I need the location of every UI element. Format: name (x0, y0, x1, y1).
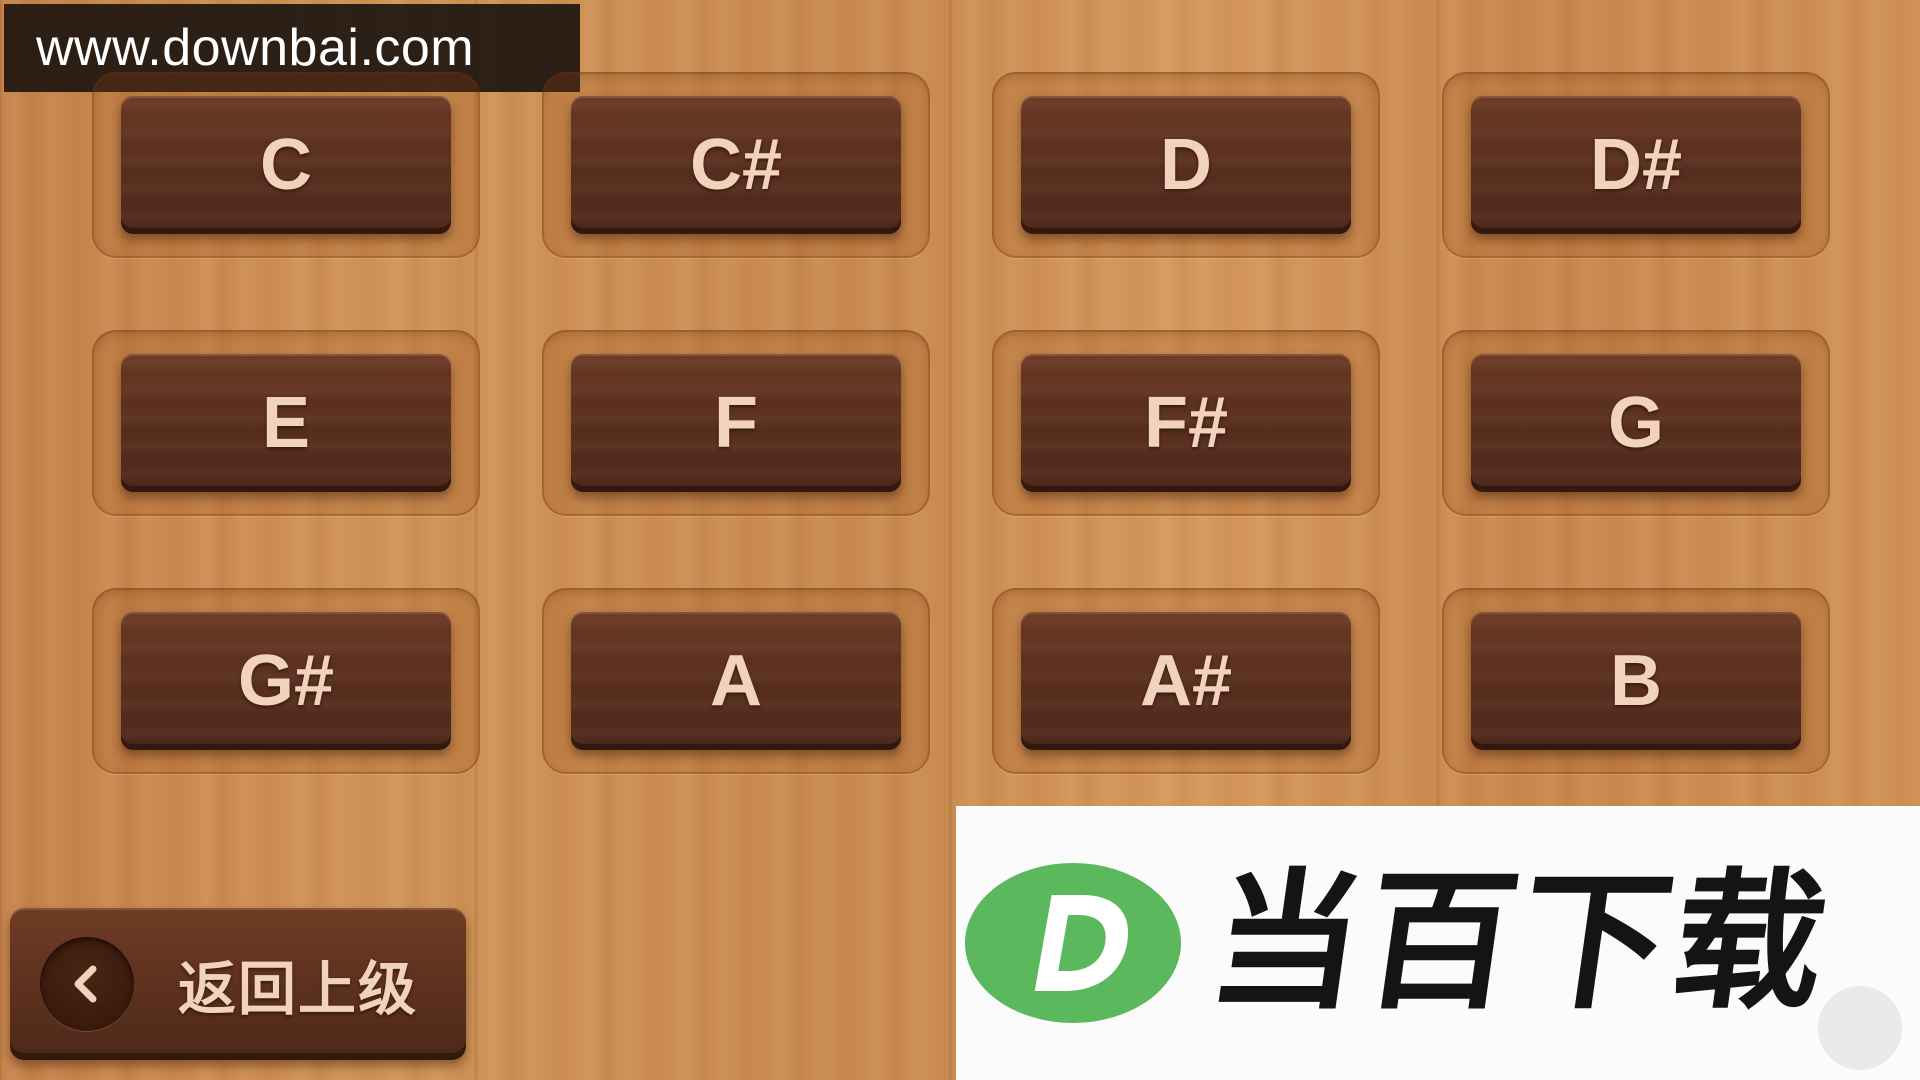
note-label: A# (1139, 641, 1233, 721)
note-button-a-sharp[interactable]: A# (1021, 612, 1351, 750)
note-label: C (260, 125, 312, 205)
note-label: B (1610, 641, 1662, 721)
note-button-f-sharp[interactable]: F# (1021, 354, 1351, 492)
note-slot: C (92, 72, 480, 258)
note-label: D (1160, 125, 1212, 205)
note-button-c-sharp[interactable]: C# (571, 96, 901, 234)
back-button-label: 返回上级 (178, 955, 419, 1023)
note-slot: D# (1442, 72, 1830, 258)
note-label: D# (1589, 125, 1683, 205)
brand-banner: 当百下载 (956, 806, 1920, 1080)
note-label: G (1607, 383, 1664, 463)
note-label: F (714, 383, 758, 463)
note-label: C# (689, 125, 783, 205)
note-label: E (261, 383, 311, 463)
note-button-d-sharp[interactable]: D# (1471, 96, 1801, 234)
note-button-f[interactable]: F (571, 354, 901, 492)
note-slot: C# (542, 72, 930, 258)
note-slot: G# (92, 588, 480, 774)
note-slot: G (1442, 330, 1830, 516)
note-button-b[interactable]: B (1471, 612, 1801, 750)
note-button-a[interactable]: A (571, 612, 901, 750)
note-label: F# (1143, 383, 1229, 463)
chevron-left-icon (40, 937, 134, 1031)
note-slot: A# (992, 588, 1380, 774)
note-slot: D (992, 72, 1380, 258)
note-button-d[interactable]: D (1021, 96, 1351, 234)
note-label: A (710, 641, 762, 721)
brand-name: 当百下载 (1199, 856, 1841, 1030)
back-button[interactable]: 返回上级 (10, 908, 466, 1060)
note-button-c[interactable]: C (121, 96, 451, 234)
note-button-g-sharp[interactable]: G# (121, 612, 451, 750)
note-slot: F# (992, 330, 1380, 516)
note-slot: E (92, 330, 480, 516)
note-button-e[interactable]: E (121, 354, 451, 492)
note-button-g[interactable]: G (1471, 354, 1801, 492)
note-slot: B (1442, 588, 1830, 774)
brand-logo-icon (965, 863, 1181, 1023)
note-slot: A (542, 588, 930, 774)
note-label: G# (237, 641, 335, 721)
note-grid: C C# D D# E F F# G G# A A# B (92, 72, 1832, 778)
note-slot: F (542, 330, 930, 516)
watermark-text: www.downbai.com (36, 19, 475, 77)
brand-corner-badge (1818, 986, 1902, 1070)
